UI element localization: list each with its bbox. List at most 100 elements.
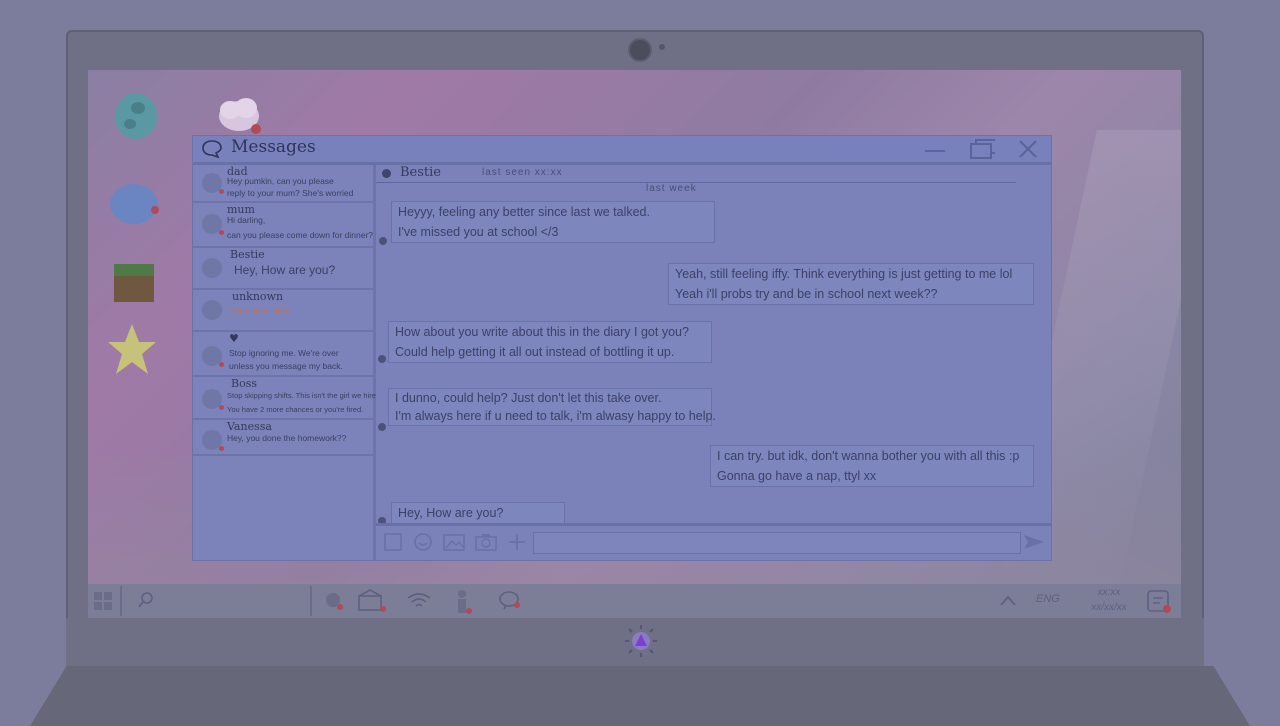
contact-preview: Hey, you done the homework??	[227, 433, 347, 443]
last-seen-label: last seen xx:xx	[482, 167, 563, 178]
avatar	[202, 173, 224, 194]
message-status-dot	[378, 355, 386, 363]
minimize-icon[interactable]	[921, 138, 949, 160]
clock-date: xx/xx/xx	[1091, 602, 1127, 613]
close-icon[interactable]	[1015, 138, 1043, 160]
avatar	[202, 346, 224, 367]
avatar	[202, 214, 224, 235]
mail-icon[interactable]	[356, 588, 388, 614]
avatar	[202, 258, 222, 278]
taskbar-clock[interactable]: xx:xx xx/xx/xx	[1080, 585, 1138, 615]
search-icon	[138, 592, 153, 608]
unread-indicator	[219, 230, 224, 235]
message-line: Yeah, still feeling iffy. Think everythi…	[675, 267, 1013, 281]
message-status-dot	[378, 423, 386, 431]
contact-name: ♥	[229, 332, 239, 345]
contact-item-vanessa[interactable]: Vanessa Hey, you done the homework??	[193, 420, 373, 456]
messages-window: Messages dad Hey pumkin, can you please …	[193, 136, 1051, 560]
image-icon[interactable]	[442, 531, 466, 553]
star-desktop-icon[interactable]	[106, 322, 158, 378]
message-line: Could help getting it all out instead of…	[395, 345, 675, 359]
date-divider-label: last week	[646, 183, 697, 194]
message-line: I've missed you at school </3	[398, 225, 559, 239]
avatar	[202, 430, 224, 451]
window-title: Messages	[231, 137, 316, 157]
taskbar-divider	[120, 586, 122, 616]
contact-preview: You have 2 more chances or you're fired.	[227, 405, 364, 414]
contact-preview: Hey, How are you?	[234, 263, 336, 277]
contact-item-boss[interactable]: Boss Stop skipping shifts. This isn't th…	[193, 377, 382, 420]
message-line: Yeah i'll probs try and be in school nex…	[675, 287, 938, 301]
chat-bubble-icon	[202, 140, 222, 159]
contact-item-heart[interactable]: ♥ Stop ignoring me. We're over unless yo…	[193, 332, 373, 377]
taskbar-search-box[interactable]	[124, 584, 310, 618]
contact-name: Bestie	[230, 248, 265, 261]
globe-desktop-icon[interactable]	[112, 90, 162, 142]
chevron-up-icon[interactable]	[998, 592, 1018, 610]
notification-icon[interactable]	[1146, 588, 1174, 616]
chat-header: Bestie last seen xx:xx last week	[376, 165, 1051, 194]
user-icon[interactable]	[452, 588, 474, 616]
emoji-icon[interactable]	[412, 531, 434, 553]
contact-list: dad Hey pumkin, can you please reply to …	[193, 165, 382, 560]
wifi-icon[interactable]	[406, 590, 432, 612]
avatar	[202, 389, 224, 410]
composer-divider	[376, 523, 1051, 526]
message-line: I can try. but idk, don't wanna bother y…	[717, 449, 1020, 463]
message-bubble-received[interactable]: Hey, How are you?	[391, 502, 565, 524]
unread-indicator	[219, 446, 224, 451]
chat-pane: Bestie last seen xx:xx last week Heyyy, …	[376, 165, 1051, 560]
contact-item-dad[interactable]: dad Hey pumkin, can you please reply to …	[193, 165, 373, 203]
contact-preview: Stop ignoring me. We're over	[229, 348, 339, 358]
contact-preview: unless you message my back.	[229, 361, 343, 371]
webcam	[628, 38, 652, 62]
unread-indicator	[219, 189, 224, 194]
window-titlebar[interactable]: Messages	[193, 136, 1051, 162]
message-line: Gonna go have a nap, ttyl xx	[717, 469, 877, 483]
contact-preview: reply to your mum? She's worried	[227, 188, 354, 198]
language-indicator[interactable]: ENG	[1036, 593, 1060, 605]
cloud-desktop-icon[interactable]	[214, 92, 264, 136]
message-line: Hey, How are you?	[398, 506, 504, 520]
camera-icon[interactable]	[474, 531, 498, 553]
unread-indicator	[219, 362, 224, 367]
attach-file-icon[interactable]	[382, 531, 404, 553]
laptop-base	[30, 666, 1250, 726]
start-icon[interactable]	[92, 590, 114, 612]
message-line: I'm always here if u need to talk, i'm a…	[395, 409, 716, 423]
message-line: Heyyy, feeling any better since last we …	[398, 205, 650, 219]
clock-time: xx:xx	[1097, 587, 1121, 598]
power-button-icon[interactable]	[624, 624, 658, 658]
contact-item-mum[interactable]: mum Hi darling, can you please come down…	[193, 203, 373, 248]
send-icon[interactable]	[1022, 531, 1046, 553]
message-status-dot	[379, 237, 387, 245]
add-icon[interactable]	[506, 531, 528, 553]
webcam-indicator	[659, 44, 665, 50]
restore-icon[interactable]	[967, 138, 995, 160]
contact-preview: this one is mine	[230, 305, 290, 315]
message-bubble-received[interactable]: How about you write about this in the di…	[388, 321, 712, 363]
taskbar-divider	[310, 586, 312, 616]
message-bubble-received[interactable]: I dunno, could help? Just don't let this…	[388, 388, 716, 426]
unread-indicator	[219, 405, 224, 410]
messages-icon[interactable]	[498, 590, 524, 612]
message-bubble-received[interactable]: Heyyy, feeling any better since last we …	[391, 201, 715, 243]
brain-desktop-icon[interactable]	[108, 178, 162, 228]
message-line: How about you write about this in the di…	[395, 325, 689, 339]
desktop-screen: Messages dad Hey pumkin, can you please …	[88, 70, 1181, 618]
message-line: I dunno, could help? Just don't let this…	[395, 391, 662, 405]
contact-item-unknown[interactable]: unknown this one is mine	[193, 290, 373, 332]
contact-item-bestie[interactable]: Bestie Hey, How are you?	[193, 248, 373, 290]
minecraft-block-icon[interactable]	[112, 262, 156, 304]
contact-preview: can you please come down for dinner?	[227, 230, 374, 240]
contact-preview: Stop skipping shifts. This isn't the gir…	[227, 391, 383, 400]
message-bubble-sent[interactable]: Yeah, still feeling iffy. Think everythi…	[668, 263, 1034, 305]
chat-contact-name[interactable]: Bestie	[400, 165, 441, 180]
contact-preview: Hi darling,	[227, 215, 266, 225]
message-input[interactable]	[533, 532, 1021, 554]
message-bubble-sent[interactable]: I can try. but idk, don't wanna bother y…	[710, 445, 1034, 487]
avatar	[202, 300, 222, 320]
online-status-dot	[382, 169, 391, 178]
record-icon[interactable]	[324, 590, 346, 614]
taskbar: ENG xx:xx xx/xx/xx	[88, 584, 1181, 618]
